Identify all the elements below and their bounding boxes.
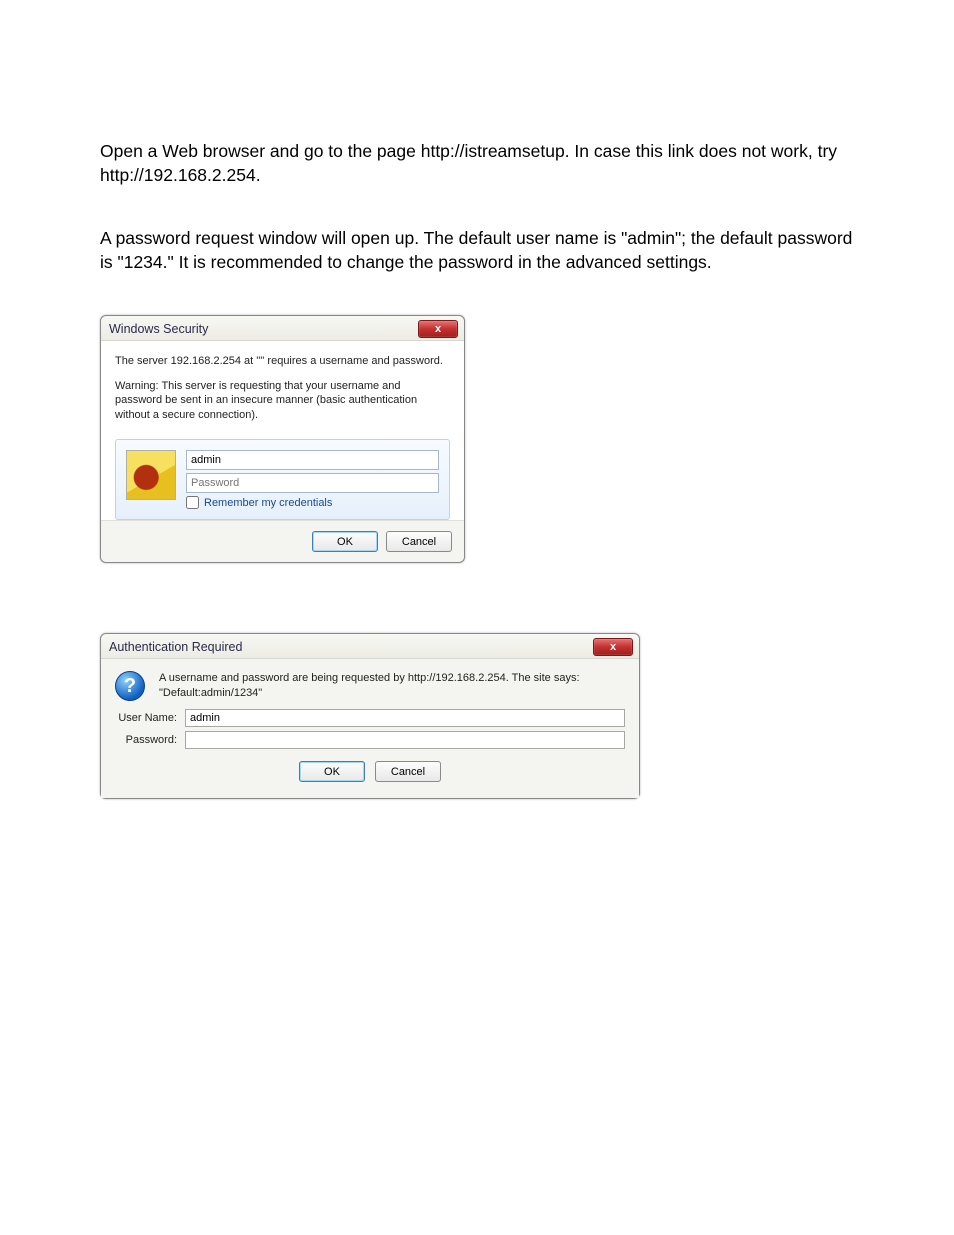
remember-credentials-checkbox[interactable] bbox=[186, 496, 199, 509]
intro-paragraph-2: A password request window will open up. … bbox=[100, 227, 854, 274]
question-icon: ? bbox=[115, 671, 145, 701]
password-label: Password: bbox=[115, 734, 177, 746]
dialog-title: Authentication Required bbox=[109, 640, 593, 654]
credentials-panel: Remember my credentials bbox=[115, 439, 450, 520]
authentication-required-dialog: Authentication Required x ? A username a… bbox=[100, 633, 640, 799]
password-input[interactable] bbox=[186, 473, 439, 493]
close-button[interactable]: x bbox=[593, 638, 633, 656]
user-avatar-icon bbox=[126, 450, 176, 500]
dialog-titlebar: Authentication Required x bbox=[101, 634, 639, 659]
windows-security-dialog: Windows Security x The server 192.168.2.… bbox=[100, 315, 465, 564]
cancel-button[interactable]: Cancel bbox=[386, 531, 452, 552]
password-input[interactable] bbox=[185, 731, 625, 749]
dialog-title: Windows Security bbox=[109, 322, 418, 336]
dialog-titlebar: Windows Security x bbox=[101, 316, 464, 341]
ok-button[interactable]: OK bbox=[312, 531, 378, 552]
intro-paragraph-1: Open a Web browser and go to the page ht… bbox=[100, 140, 854, 187]
remember-credentials-label: Remember my credentials bbox=[204, 497, 332, 509]
close-button[interactable]: x bbox=[418, 320, 458, 338]
cancel-button[interactable]: Cancel bbox=[375, 761, 441, 782]
insecure-warning-message: Warning: This server is requesting that … bbox=[115, 379, 450, 424]
auth-request-message: A username and password are being reques… bbox=[159, 671, 625, 701]
username-label: User Name: bbox=[115, 712, 177, 724]
ok-button[interactable]: OK bbox=[299, 761, 365, 782]
username-input[interactable] bbox=[186, 450, 439, 470]
username-input[interactable] bbox=[185, 709, 625, 727]
server-requires-message: The server 192.168.2.254 at '"' requires… bbox=[115, 355, 450, 367]
